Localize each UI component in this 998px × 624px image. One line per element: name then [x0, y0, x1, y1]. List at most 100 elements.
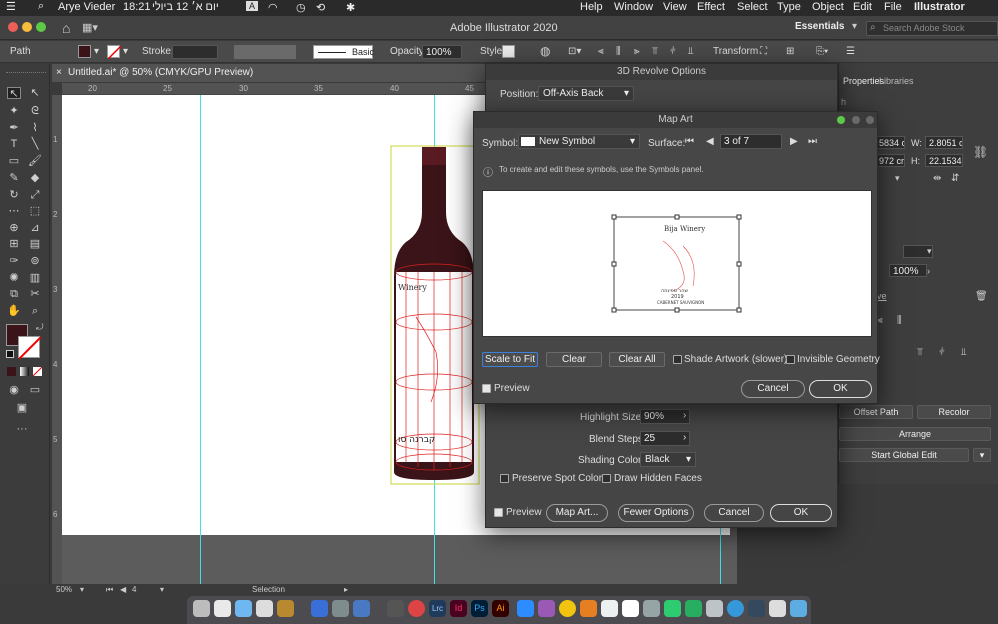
default-colors-icon[interactable] — [6, 350, 14, 358]
zoom-dropdown-icon[interactable]: ▾ — [80, 585, 84, 594]
slice-tool-icon[interactable]: ✂ — [28, 288, 42, 300]
first-artboard-icon[interactable]: ⏮ — [106, 585, 113, 595]
dock-app-icon[interactable] — [277, 600, 294, 617]
revolve-preview-checkbox[interactable] — [494, 508, 503, 517]
swap-colors-icon[interactable]: ⤾ — [36, 322, 44, 333]
rectangle-tool-icon[interactable]: ▭ — [7, 155, 21, 167]
wine-bottle-artwork[interactable]: Winery קברנה סו — [386, 142, 486, 488]
screen-mode-icon[interactable]: ▣ — [15, 402, 29, 414]
dock-app-icon[interactable] — [214, 600, 231, 617]
trash-icon[interactable]: 🗑 — [975, 291, 988, 302]
selection-tool-icon[interactable]: ↖ — [7, 87, 21, 100]
line-tool-icon[interactable]: ╲ — [28, 138, 42, 150]
wifi-icon[interactable]: ◠ — [268, 1, 278, 14]
clear-all-button[interactable]: Clear All — [609, 352, 665, 367]
hand-tool-icon[interactable]: ✋ — [7, 305, 21, 317]
x-position-field[interactable]: 5834 c — [875, 136, 905, 149]
curvature-icon[interactable]: ⌇ — [28, 122, 42, 134]
finder-dock-icon[interactable] — [790, 600, 807, 617]
y-position-field[interactable]: 972 cr — [875, 154, 905, 167]
stroke-weight-field[interactable] — [172, 45, 218, 59]
shape-builder-tool-icon[interactable]: ⊕ — [7, 222, 21, 234]
dock-app-icon[interactable] — [353, 600, 370, 617]
stroke-dropdown-icon[interactable]: ▾ — [927, 246, 932, 257]
eyedropper-icon[interactable]: ✑ — [7, 255, 21, 267]
shaper-icon[interactable]: ✎ — [7, 172, 21, 184]
height-field[interactable]: 22.1534 c — [925, 154, 963, 167]
workspace-switcher[interactable]: Essentials — [795, 21, 844, 32]
control-center-icon[interactable]: ☰ — [6, 0, 16, 13]
zoom-tool-icon[interactable]: ⌕ — [28, 305, 42, 317]
offset-path-button[interactable]: Offset Path — [839, 405, 913, 419]
more-options-link[interactable]: ve — [877, 291, 887, 301]
edit-toolbar-icon[interactable]: ··· — [15, 423, 29, 435]
warp-icon[interactable]: ⋯ — [7, 205, 21, 217]
menu-effect[interactable]: Effect — [697, 1, 725, 13]
dialog-zoom-dot[interactable] — [837, 116, 845, 124]
close-window-button[interactable] — [8, 22, 18, 32]
menu-type[interactable]: Type — [777, 1, 801, 13]
dock-app-icon[interactable] — [748, 600, 765, 617]
close-tab-icon[interactable]: × — [56, 67, 62, 78]
color-mode-icon[interactable] — [7, 367, 16, 376]
stroke-color-box[interactable] — [18, 336, 42, 360]
chevron-down-icon[interactable]: ▾ — [852, 21, 857, 32]
blend-stepper-icon[interactable]: › — [683, 432, 686, 443]
fill-dropdown-icon[interactable]: ▾ — [94, 46, 99, 57]
photoshop-dock-icon[interactable]: Ps — [471, 600, 488, 617]
menu-help[interactable]: Help — [580, 1, 603, 13]
recolor-icon[interactable]: ◍ — [540, 44, 550, 58]
scale-to-fit-button[interactable]: Scale to Fit — [482, 352, 538, 367]
width-field[interactable]: 2.8051 cn — [925, 136, 963, 149]
menu-window[interactable]: Window — [614, 1, 653, 13]
vertical-ruler[interactable]: 1 2 3 4 5 6 — [52, 95, 62, 585]
zoom-window-button[interactable] — [36, 22, 46, 32]
gradient-icon[interactable]: ▤ — [28, 238, 42, 250]
direct-selection-icon[interactable]: ↖ — [28, 87, 42, 99]
magic-wand-icon[interactable]: ✦ — [7, 105, 21, 117]
artboard-tool-icon[interactable]: ⧉ — [7, 288, 21, 300]
stroke-dropdown-icon[interactable]: ▾ — [123, 46, 128, 57]
lasso-icon[interactable]: ᘓ — [28, 105, 42, 117]
artboard-number[interactable]: 4 — [132, 585, 136, 594]
illustrator-dock-icon[interactable]: Ai — [492, 600, 509, 617]
arrange-button[interactable]: Arrange — [839, 427, 991, 441]
trash-dock-icon[interactable] — [193, 600, 210, 617]
guide-line[interactable] — [200, 95, 201, 585]
perspective-grid-icon[interactable]: ⊿ — [28, 222, 42, 234]
menu-object[interactable]: Object — [812, 1, 844, 13]
spotlight-search-icon[interactable]: ⌕ — [38, 0, 44, 13]
surface-preview[interactable]: Bija Winery שהר ספינוזה 2019 CABERNET SA… — [482, 190, 872, 337]
menubar-user[interactable]: Arye Vieder — [58, 1, 115, 13]
home-icon[interactable]: ⌂ — [62, 20, 70, 36]
control-bar-menu-icon[interactable]: ☰ — [846, 46, 855, 57]
calendar-dock-icon[interactable] — [622, 600, 639, 617]
brush-definition[interactable]: Basic — [313, 45, 374, 59]
map-art-cancel-button[interactable]: Cancel — [741, 380, 805, 398]
shading-color-dropdown[interactable]: Black ▾ — [640, 452, 696, 467]
draw-hidden-faces-checkbox[interactable] — [602, 474, 611, 483]
menu-edit[interactable]: Edit — [853, 1, 872, 13]
indesign-dock-icon[interactable]: Id — [450, 600, 467, 617]
menu-file[interactable]: File — [884, 1, 902, 13]
artboard-dropdown-icon[interactable]: ▾ — [160, 585, 164, 594]
symbol-dropdown[interactable]: New Symbol ▾ — [518, 134, 640, 149]
align-right-icon[interactable]: ⫸ — [634, 46, 640, 57]
history-icon[interactable]: ⟲ — [316, 1, 325, 14]
variable-width-profile[interactable] — [234, 45, 296, 59]
column-graph-icon[interactable]: ▥ — [28, 272, 42, 284]
fewer-options-button[interactable]: Fewer Options — [618, 504, 694, 522]
minimize-window-button[interactable] — [22, 22, 32, 32]
align-middle-panel-icon[interactable]: ⫩ — [939, 347, 945, 358]
stock-search-box[interactable]: ⌕ Search Adobe Stock — [866, 21, 998, 36]
menu-app-name[interactable]: Illustrator — [914, 1, 965, 13]
paintbrush-icon[interactable]: 🖌 — [28, 155, 42, 167]
style-swatch[interactable] — [502, 45, 515, 58]
surface-field[interactable]: 3 of 7 — [720, 134, 782, 149]
dock-app-icon[interactable] — [601, 600, 618, 617]
bluetooth-icon[interactable]: ✱ — [346, 1, 355, 14]
start-global-edit-button[interactable]: Start Global Edit — [839, 448, 969, 462]
next-surface-icon[interactable]: ▶ — [790, 136, 798, 147]
align-center-icon[interactable]: ⫼ — [616, 46, 621, 57]
align-bottom-icon[interactable]: ⫫ — [688, 46, 694, 57]
